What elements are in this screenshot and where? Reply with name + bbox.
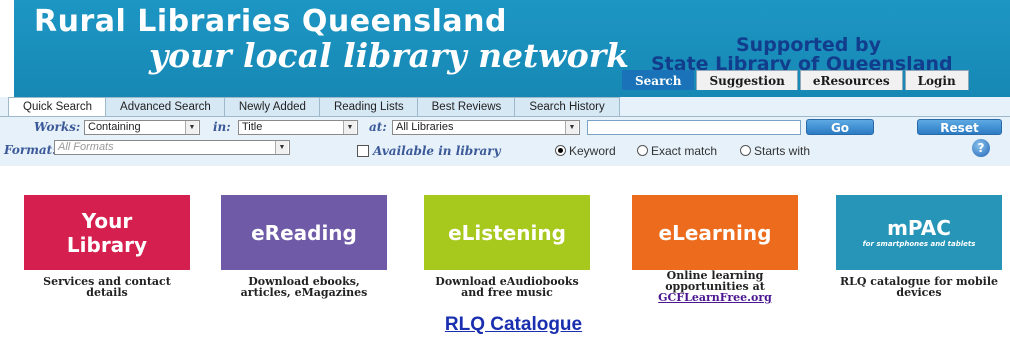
caption-elistening-line2: and free music	[461, 286, 553, 299]
works-select-value: Containing	[88, 121, 141, 133]
chevron-down-icon: ▼	[185, 121, 198, 134]
radio-starts-with[interactable]	[740, 145, 751, 156]
tile-your-library-line1: Your	[81, 208, 133, 233]
tab-search[interactable]: Search	[622, 70, 695, 90]
in-label: in:	[213, 120, 231, 134]
question-mark-icon[interactable]: ?	[972, 139, 990, 157]
tab-suggestion[interactable]: Suggestion	[696, 70, 798, 90]
works-label: Works:	[34, 120, 81, 134]
format-select[interactable]: All Formats ▼	[54, 140, 290, 155]
site-title: Rural Libraries Queensland	[34, 4, 507, 39]
tab-search-history[interactable]: Search History	[514, 97, 620, 116]
tab-advanced-search[interactable]: Advanced Search	[105, 97, 226, 116]
tab-eresources[interactable]: eResources	[799, 70, 903, 90]
tab-login[interactable]: Login	[904, 70, 969, 90]
caption-your-library: Services and contact details	[22, 276, 192, 298]
search-tabs: Quick Search Advanced Search Newly Added…	[8, 97, 620, 117]
at-select-value: All Libraries	[396, 121, 454, 133]
format-label: Format:	[4, 143, 57, 157]
tile-ereading[interactable]: eReading	[221, 195, 387, 270]
caption-ereading-line2: articles, eMagazines	[240, 286, 368, 299]
tab-reading-lists[interactable]: Reading Lists	[318, 97, 419, 116]
caption-your-library-line2: details	[86, 286, 128, 299]
works-select[interactable]: Containing ▼	[84, 120, 200, 135]
tile-elearning[interactable]: eLearning	[632, 195, 798, 270]
search-input[interactable]	[587, 120, 801, 135]
chevron-down-icon: ▼	[343, 121, 356, 134]
tab-divider	[0, 116, 1010, 117]
radio-starts-with-label: Starts with	[754, 144, 811, 158]
caption-mpac: RLQ catalogue for mobile devices	[834, 276, 1004, 298]
radio-exact-match[interactable]	[637, 145, 648, 156]
at-select[interactable]: All Libraries ▼	[392, 120, 580, 135]
tab-quick-search[interactable]: Quick Search	[8, 97, 108, 116]
tab-newly-added[interactable]: Newly Added	[223, 97, 321, 116]
gcf-learn-free-link[interactable]: GCFLearnFree.org	[658, 291, 772, 304]
tile-mpac-title: mPAC	[887, 216, 951, 240]
caption-elistening: Download eAudiobooks and free music	[422, 276, 592, 298]
caption-ereading: Download ebooks, articles, eMagazines	[219, 276, 389, 298]
available-label: Available in library	[373, 144, 501, 158]
go-button[interactable]: Go	[806, 119, 874, 135]
tile-elistening[interactable]: eListening	[424, 195, 590, 270]
tab-best-reviews[interactable]: Best Reviews	[416, 97, 517, 116]
tile-elearning-title: eLearning	[658, 220, 772, 245]
tile-your-library-line2: Library	[66, 232, 148, 257]
caption-mpac-line2: devices	[896, 286, 942, 299]
caption-elearning: Online learning opportunities at GCFLear…	[630, 270, 800, 303]
radio-keyword-label: Keyword	[569, 144, 616, 158]
reset-button[interactable]: Reset	[917, 119, 1002, 135]
site-tagline: your local library network	[149, 36, 629, 75]
in-select-value: Title	[242, 121, 263, 133]
at-label: at:	[369, 120, 387, 134]
rlq-catalogue-link[interactable]: RLQ Catalogue	[426, 314, 601, 336]
radio-keyword[interactable]	[555, 145, 566, 156]
format-select-value: All Formats	[58, 141, 114, 153]
chevron-down-icon: ▼	[275, 141, 288, 154]
chevron-down-icon: ▼	[565, 121, 578, 134]
tile-mpac-subtitle: for smartphones and tablets	[862, 240, 976, 248]
tile-your-library[interactable]: Your Library	[24, 195, 190, 270]
tile-elistening-title: eListening	[448, 220, 566, 245]
main-nav-tabs: Search Suggestion eResources Login	[622, 70, 971, 90]
in-select[interactable]: Title ▼	[238, 120, 358, 135]
tile-ereading-title: eReading	[251, 220, 357, 245]
tile-mpac[interactable]: mPAC for smartphones and tablets	[836, 195, 1002, 270]
available-checkbox[interactable]	[357, 145, 369, 157]
radio-exact-match-label: Exact match	[651, 144, 718, 158]
